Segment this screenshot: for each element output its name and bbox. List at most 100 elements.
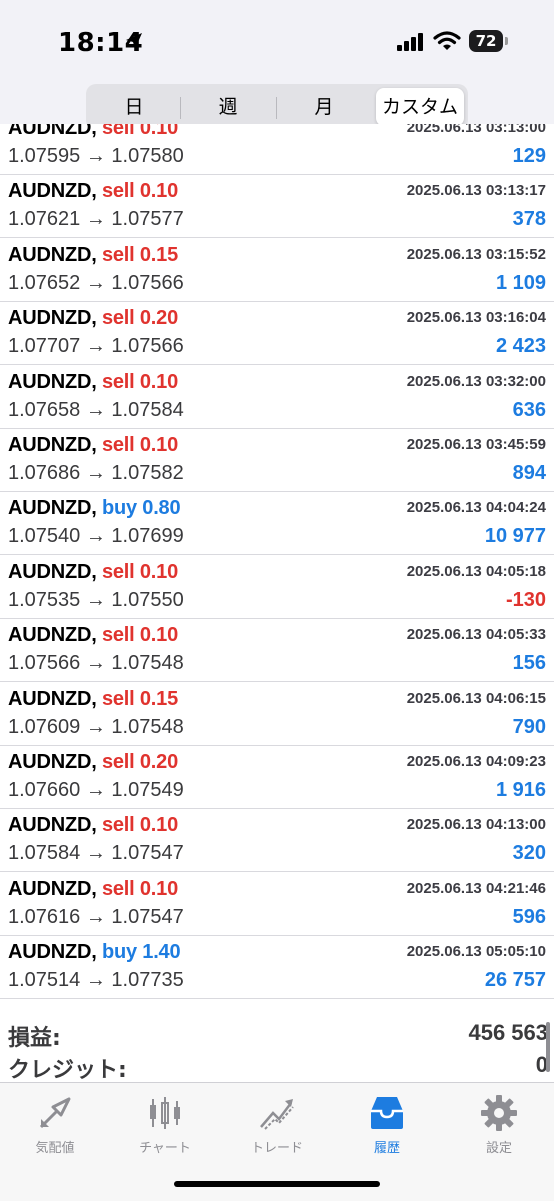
- home-indicator[interactable]: [174, 1181, 380, 1187]
- tab-quotes[interactable]: 気配値: [0, 1093, 110, 1163]
- trade-row[interactable]: AUDNZD, sell 0.15 2025.06.13 03:15:52 1.07…: [0, 238, 554, 302]
- lot-text: 0.15: [139, 687, 179, 710]
- symbol-label: AUDNZD, sell 0.10: [8, 561, 178, 584]
- close-time: 2025.06.13 04:05:18: [406, 562, 546, 580]
- side-lot: sell 0.15: [102, 688, 178, 710]
- segment-custom[interactable]: カスタム: [376, 88, 464, 126]
- trade-profit: 790: [512, 715, 546, 738]
- trade-profit: 894: [512, 462, 546, 484]
- trade-row[interactable]: AUDNZD, sell 0.20 2025.06.13 04:09:23 1.07…: [0, 746, 554, 809]
- trade-row[interactable]: AUDNZD, sell 0.10 2025.06.13 03:13:00 1.07…: [0, 124, 554, 175]
- lot-text: 0.15: [139, 243, 179, 266]
- quotes-icon: [39, 1097, 71, 1129]
- trade-icon: [260, 1099, 294, 1130]
- gear-icon: [481, 1095, 517, 1131]
- side-text: sell: [101, 370, 135, 393]
- lot-text: 0.10: [139, 877, 179, 900]
- open-close-prices: 1.07621 → 1.07577: [8, 208, 184, 231]
- open-close-prices: 1.07660 → 1.07549: [8, 779, 184, 801]
- side-lot: sell 0.10: [102, 561, 178, 583]
- trade-row[interactable]: AUDNZD, sell 0.15 2025.06.13 04:06:15 1.07…: [0, 682, 554, 746]
- trade-row[interactable]: AUDNZD, sell 0.10 2025.06.13 04:05:18 1.07…: [0, 555, 554, 619]
- battery-indicator: 72: [469, 30, 503, 52]
- close-time: 2025.06.13 03:15:52: [406, 245, 546, 263]
- symbol-text: AUDNZD,: [8, 497, 97, 520]
- open-close-prices: 1.07514 → 1.07735: [8, 969, 184, 992]
- symbol-label: AUDNZD, sell 0.10: [8, 434, 178, 457]
- close-time: 2025.06.13 05:05:10: [406, 943, 546, 961]
- lot-text: 0.80: [142, 497, 181, 520]
- open-close-prices: 1.07584 → 1.07547: [8, 842, 184, 865]
- trade-row[interactable]: AUDNZD, sell 0.10 2025.06.13 04:13:00 1.07…: [0, 809, 554, 873]
- segment-day[interactable]: 日: [90, 88, 178, 126]
- trade-row[interactable]: AUDNZD, buy 1.40 2025.06.13 05:05:10 1.075…: [0, 936, 554, 1000]
- open-close-prices: 1.07616 → 1.07547: [8, 905, 184, 928]
- symbol-text: AUDNZD,: [8, 941, 97, 964]
- scroll-indicator[interactable]: [546, 1022, 550, 1072]
- chart-icon: [150, 1097, 180, 1129]
- open-close-prices: 1.07595 → 1.07580: [8, 145, 184, 167]
- symbol-label: AUDNZD, sell 0.10: [8, 124, 178, 140]
- side-lot: sell 0.10: [102, 878, 178, 900]
- tab-history[interactable]: 履歴: [332, 1093, 442, 1163]
- trade-history-list[interactable]: AUDNZD, sell 0.10 2025.06.13 03:13:00 1.07…: [0, 124, 554, 1010]
- tab-chart[interactable]: チャート: [110, 1093, 220, 1163]
- open-close-prices: 1.07652 → 1.07566: [8, 271, 184, 294]
- symbol-text: AUDNZD,: [8, 307, 97, 330]
- trade-profit: 1 916: [495, 779, 546, 801]
- location-arrow-icon: [126, 33, 142, 49]
- trade-row[interactable]: AUDNZD, sell 0.10 2025.06.13 03:13:17 1.07…: [0, 175, 554, 239]
- trade-row[interactable]: AUDNZD, sell 0.10 2025.06.13 03:32:00 1.07…: [0, 365, 554, 429]
- side-lot: buy 0.80: [102, 497, 181, 520]
- symbol-text: AUDNZD,: [8, 243, 97, 266]
- close-time: 2025.06.13 03:45:59: [406, 436, 546, 453]
- tab-label: チャート: [139, 1141, 191, 1156]
- side-lot: sell 0.20: [102, 307, 178, 329]
- close-time: 2025.06.13 03:32:00: [406, 372, 546, 390]
- lot-text: 0.10: [139, 124, 179, 139]
- symbol-text: AUDNZD,: [8, 124, 97, 139]
- tab-label: 気配値: [35, 1141, 75, 1156]
- symbol-text: AUDNZD,: [8, 180, 97, 203]
- side-text: sell: [101, 434, 135, 456]
- symbol-label: AUDNZD, sell 0.20: [8, 307, 178, 330]
- symbol-text: AUDNZD,: [8, 434, 97, 456]
- trade-row[interactable]: AUDNZD, buy 0.80 2025.06.13 04:04:24 1.075…: [0, 492, 554, 556]
- symbol-text: AUDNZD,: [8, 814, 97, 837]
- segment-divider: [180, 97, 181, 119]
- open-close-prices: 1.07566 → 1.07548: [8, 652, 184, 675]
- side-lot: buy 1.40: [101, 941, 181, 964]
- symbol-text: AUDNZD,: [8, 687, 97, 710]
- summary-section: 損益: 456 563 クレジット: 0: [0, 1012, 554, 1083]
- tab-trade[interactable]: トレード: [222, 1093, 332, 1163]
- close-time: 2025.06.13 04:13:00: [406, 816, 546, 834]
- lot-text: 0.10: [139, 370, 179, 393]
- trade-row[interactable]: AUDNZD, sell 0.10 2025.06.13 04:05:33 1.07…: [0, 619, 554, 683]
- trade-profit: -130: [505, 588, 546, 611]
- trade-row[interactable]: AUDNZD, sell 0.10 2025.06.13 04:21:46 1.07…: [0, 872, 554, 936]
- symbol-text: AUDNZD,: [8, 624, 97, 647]
- side-lot: sell 0.10: [102, 180, 178, 202]
- side-lot: sell 0.10: [102, 434, 178, 456]
- credit-label: クレジット:: [8, 1058, 127, 1083]
- lot-text: 0.10: [139, 814, 179, 837]
- trade-row[interactable]: AUDNZD, sell 0.10 2025.06.13 03:45:59 1.07…: [0, 429, 554, 492]
- tab-settings[interactable]: 設定: [444, 1093, 554, 1163]
- side-text: buy: [101, 941, 137, 964]
- trade-profit: 26 757: [484, 969, 546, 992]
- battery-tip: [505, 37, 508, 45]
- trade-row[interactable]: AUDNZD, sell 0.20 2025.06.13 03:16:04 1.07…: [0, 302, 554, 366]
- segment-week[interactable]: 週: [182, 88, 274, 126]
- open-close-prices: 1.07707 → 1.07566: [8, 335, 184, 358]
- symbol-label: AUDNZD, buy 1.40: [8, 941, 181, 964]
- segment-month[interactable]: 月: [278, 88, 370, 126]
- wifi-icon: [433, 31, 461, 50]
- lot-text: 0.10: [139, 560, 179, 583]
- trade-profit: 378: [512, 208, 546, 231]
- open-close-prices: 1.07658 → 1.07584: [8, 398, 184, 421]
- close-time: 2025.06.13 04:05:33: [406, 626, 546, 644]
- lot-text: 0.10: [139, 180, 179, 203]
- trade-profit: 636: [512, 398, 546, 421]
- symbol-text: AUDNZD,: [8, 751, 97, 773]
- side-lot: sell 0.10: [102, 371, 178, 393]
